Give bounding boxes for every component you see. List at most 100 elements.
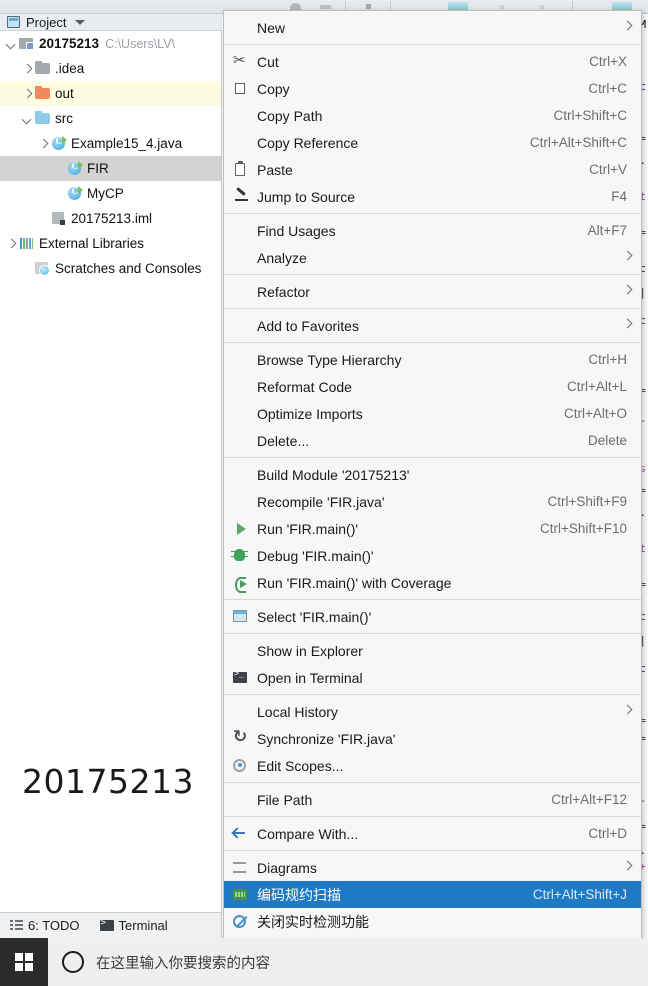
menu-item-compare-with-[interactable]: Compare With... Ctrl+D bbox=[224, 820, 641, 847]
menu-item-label: Run 'FIR.main()' bbox=[257, 520, 359, 537]
menu-item-shortcut: Ctrl+D bbox=[588, 826, 627, 841]
menu-item-label: Add to Favorites bbox=[257, 317, 359, 334]
toolbar-icon-3[interactable] bbox=[366, 4, 371, 9]
windows-logo-icon bbox=[15, 953, 33, 971]
menu-item-edit-scopes-[interactable]: Edit Scopes... bbox=[224, 752, 641, 779]
start-button[interactable] bbox=[0, 938, 48, 986]
menu-item-关闭实时检测功能[interactable]: 关闭实时检测功能 bbox=[224, 908, 641, 935]
menu-item-编码规约扫描[interactable]: 编码规约扫描 Ctrl+Alt+Shift+J bbox=[224, 881, 641, 908]
tree-node-label: 20175213.iml bbox=[71, 211, 153, 226]
menu-item-shortcut: Alt+F7 bbox=[587, 223, 627, 238]
menu-item-shortcut: Ctrl+Alt+O bbox=[563, 406, 627, 421]
compare-icon bbox=[230, 825, 252, 843]
menu-separator bbox=[224, 694, 641, 695]
statusbar-todo-button[interactable]: 6: TODO bbox=[0, 918, 90, 933]
project-panel-header[interactable]: Project bbox=[0, 14, 222, 31]
scope-icon bbox=[230, 757, 252, 775]
java-class-icon bbox=[66, 161, 83, 176]
cortana-circle-icon bbox=[62, 951, 84, 973]
menu-item-file-path[interactable]: File Path Ctrl+Alt+F12 bbox=[224, 786, 641, 813]
menu-item-open-in-terminal[interactable]: Open in Terminal bbox=[224, 664, 641, 691]
statusbar-terminal-button[interactable]: Terminal bbox=[90, 918, 178, 933]
menu-item-local-history[interactable]: Local History bbox=[224, 698, 641, 725]
tree-node--idea[interactable]: .idea bbox=[0, 56, 221, 81]
menu-icon-none bbox=[230, 107, 252, 125]
menu-item-new[interactable]: New bbox=[224, 14, 641, 41]
menu-item-shortcut: Ctrl+Alt+F12 bbox=[551, 792, 627, 807]
menu-item-copy[interactable]: Copy Ctrl+C bbox=[224, 75, 641, 102]
menu-item-run-fir-main-[interactable]: Run 'FIR.main()' Ctrl+Shift+F10 bbox=[224, 515, 641, 542]
tree-node-scratches-and-consoles[interactable]: Scratches and Consoles bbox=[0, 256, 221, 281]
context-menu[interactable]: New Cut Ctrl+X Copy Ctrl+C Copy Path Ctrl+Shif… bbox=[223, 10, 642, 986]
tree-node-mycp[interactable]: MyCP bbox=[0, 181, 221, 206]
tree-node-label: 20175213 bbox=[39, 36, 100, 51]
menu-item-recompile-fir-java-[interactable]: Recompile 'FIR.java' Ctrl+Shift+F9 bbox=[224, 488, 641, 515]
menu-item-find-usages[interactable]: Find Usages Alt+F7 bbox=[224, 217, 641, 244]
menu-item-paste[interactable]: Paste Ctrl+V bbox=[224, 156, 641, 183]
menu-icon-none bbox=[230, 317, 252, 335]
tree-node-20175213[interactable]: 20175213 C:\Users\LV\ bbox=[0, 31, 221, 56]
tree-node-label: Example15_4.java bbox=[71, 136, 183, 151]
watermark-text: 20175213 bbox=[22, 762, 194, 801]
tree-node-label: MyCP bbox=[87, 186, 124, 201]
folder-grey-icon bbox=[34, 60, 51, 76]
tree-node-label: src bbox=[55, 111, 73, 126]
toolbar-icon-5[interactable] bbox=[540, 5, 544, 9]
toolbar-icon-2[interactable] bbox=[320, 5, 331, 9]
folder-orange-icon bbox=[34, 85, 51, 101]
menu-item-build-module-20175213-[interactable]: Build Module '20175213' bbox=[224, 461, 641, 488]
menu-item-add-to-favorites[interactable]: Add to Favorites bbox=[224, 312, 641, 339]
tree-node-label: External Libraries bbox=[39, 236, 145, 251]
menu-item-cut[interactable]: Cut Ctrl+X bbox=[224, 48, 641, 75]
menu-item-jump-to-source[interactable]: Jump to Source F4 bbox=[224, 183, 641, 210]
menu-item-show-in-explorer[interactable]: Show in Explorer bbox=[224, 637, 641, 664]
taskbar-search-box[interactable]: 在这里输入你要搜索的内容 bbox=[48, 938, 648, 986]
menu-item-label: Run 'FIR.main()' with Coverage bbox=[257, 574, 452, 591]
menu-item-delete-[interactable]: Delete... Delete bbox=[224, 427, 641, 454]
menu-item-copy-reference[interactable]: Copy Reference Ctrl+Alt+Shift+C bbox=[224, 129, 641, 156]
tree-node-label: Scratches and Consoles bbox=[55, 261, 202, 276]
copy-icon bbox=[230, 80, 252, 98]
chevron-right-icon[interactable] bbox=[4, 237, 18, 251]
tree-node-fir[interactable]: FIR bbox=[0, 156, 221, 181]
menu-separator bbox=[224, 599, 641, 600]
menu-item-refactor[interactable]: Refactor bbox=[224, 278, 641, 305]
tree-node-src[interactable]: src bbox=[0, 106, 221, 131]
menu-item-shortcut: Ctrl+H bbox=[588, 352, 627, 367]
menu-item-label: Copy Reference bbox=[257, 134, 359, 151]
menu-item-synchronize-fir-java-[interactable]: Synchronize 'FIR.java' bbox=[224, 725, 641, 752]
chevron-down-icon[interactable] bbox=[20, 112, 34, 126]
menu-separator bbox=[224, 457, 641, 458]
menu-item-analyze[interactable]: Analyze bbox=[224, 244, 641, 271]
paste-icon bbox=[230, 160, 252, 179]
tree-node-example15-4-java[interactable]: Example15_4.java bbox=[0, 131, 221, 156]
menu-icon-none bbox=[230, 432, 252, 450]
chevron-down-icon[interactable] bbox=[4, 37, 18, 51]
menu-item-label: Jump to Source bbox=[257, 188, 356, 205]
menu-icon-none bbox=[230, 222, 252, 240]
tree-node-20175213-iml[interactable]: 20175213.iml bbox=[0, 206, 221, 231]
menu-item-copy-path[interactable]: Copy Path Ctrl+Shift+C bbox=[224, 102, 641, 129]
menu-item-optimize-imports[interactable]: Optimize Imports Ctrl+Alt+O bbox=[224, 400, 641, 427]
menu-item-browse-type-hierarchy[interactable]: Browse Type Hierarchy Ctrl+H bbox=[224, 346, 641, 373]
menu-item-label: Optimize Imports bbox=[257, 405, 363, 422]
menu-item-run-fir-main-with-coverage[interactable]: Run 'FIR.main()' with Coverage bbox=[224, 569, 641, 596]
chevron-right-icon[interactable] bbox=[20, 87, 34, 101]
menu-item-shortcut: Delete bbox=[587, 433, 627, 448]
menu-item-label: Cut bbox=[257, 53, 279, 70]
toolbar-icon-4[interactable] bbox=[500, 5, 504, 9]
menu-item-reformat-code[interactable]: Reformat Code Ctrl+Alt+L bbox=[224, 373, 641, 400]
menu-item-debug-fir-main-[interactable]: Debug 'FIR.main()' bbox=[224, 542, 641, 569]
menu-icon-none bbox=[230, 703, 252, 721]
menu-item-diagrams[interactable]: Diagrams bbox=[224, 854, 641, 881]
chevron-right-icon[interactable] bbox=[20, 62, 34, 76]
menu-item-select-fir-main-[interactable]: Select 'FIR.main()' bbox=[224, 603, 641, 630]
tree-node-out[interactable]: out bbox=[0, 81, 221, 106]
chevron-down-icon[interactable] bbox=[75, 19, 86, 25]
chevron-right-icon[interactable] bbox=[36, 137, 50, 151]
tree-node-external-libraries[interactable]: External Libraries bbox=[0, 231, 221, 256]
menu-item-shortcut: Ctrl+Alt+L bbox=[566, 379, 627, 394]
menu-icon-none bbox=[230, 466, 252, 484]
module-icon bbox=[18, 36, 35, 51]
menu-icon-none bbox=[230, 642, 252, 660]
